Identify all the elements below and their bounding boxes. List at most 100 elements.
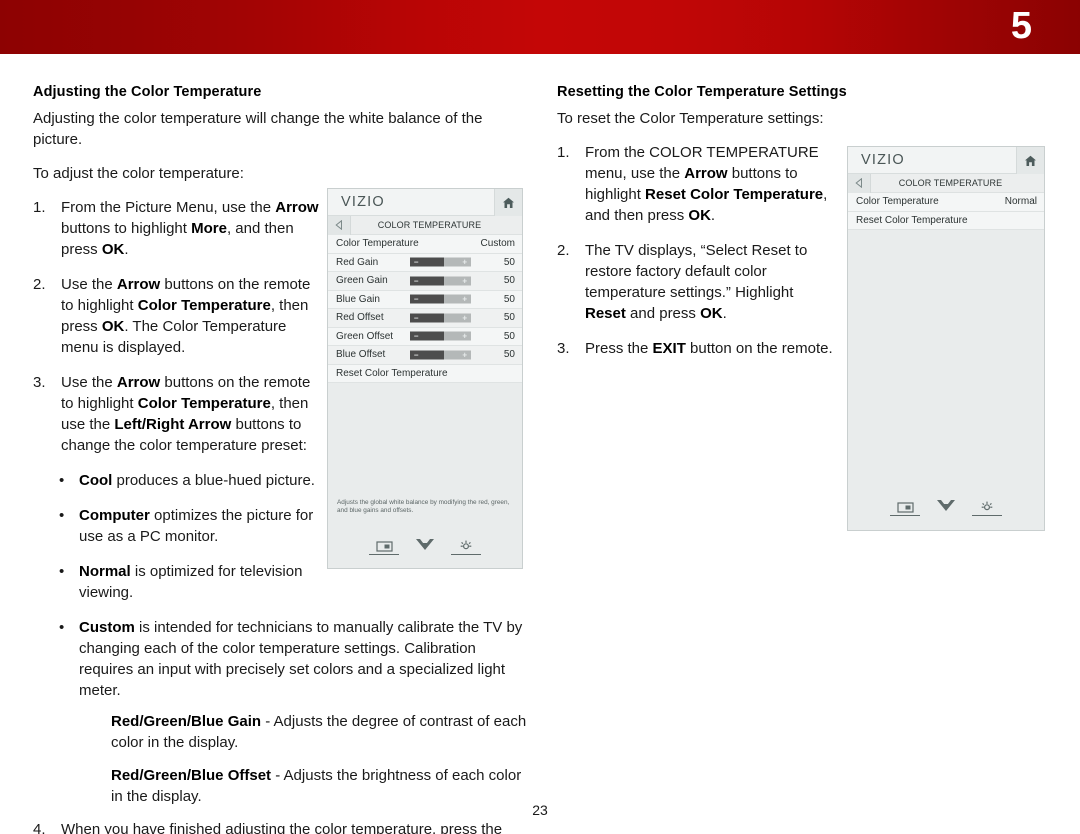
step-text: From the Picture Menu, use the Arrow but…	[61, 199, 319, 258]
row-label: Red Offset	[336, 312, 384, 324]
page-number: 23	[532, 802, 548, 818]
slider-plus-icon[interactable]: +	[462, 258, 467, 267]
bullet-glyph: •	[59, 507, 65, 524]
step-text: Press the EXIT button on the remote.	[585, 340, 833, 357]
step-text: Use the Arrow buttons on the remote to h…	[61, 276, 311, 356]
step-number: 2.	[33, 276, 46, 293]
step-number: 3.	[557, 340, 570, 357]
list-item: 2. The TV displays, “Select Reset to res…	[557, 240, 837, 324]
row-label: Blue Offset	[336, 349, 386, 361]
icon-underline	[451, 553, 481, 555]
home-icon[interactable]	[494, 189, 522, 216]
row-label: Blue Gain	[336, 293, 380, 305]
osd-row-color-temperature[interactable]: Color Temperature Custom	[328, 235, 522, 254]
slider-plus-icon[interactable]: +	[462, 276, 467, 285]
row-label: Green Offset	[336, 330, 394, 342]
osd-header-bar: VIZIO	[328, 189, 522, 216]
step-number: 1.	[33, 199, 46, 216]
right-lead-in: To reset the Color Temperature settings:	[557, 110, 824, 127]
osd-normal-screenshot: VIZIO COLOR TEMPERATURE Color Temperatur…	[847, 146, 1045, 531]
chevron-double-down-icon[interactable]	[410, 538, 440, 556]
icon-underline	[369, 553, 399, 555]
slider-blue-offset[interactable]: – +	[410, 350, 471, 360]
icon-underline	[972, 514, 1002, 516]
custom-text: Custom is intended for technicians to ma…	[79, 619, 523, 699]
preset-text: Computer optimizes the picture for use a…	[79, 507, 314, 545]
osd-row-red-gain[interactable]: Red Gain – + 50	[328, 253, 522, 272]
right-column: Resetting the Color Temperature Settings…	[557, 84, 847, 373]
gear-icon[interactable]	[451, 540, 481, 555]
preset-text: Cool produces a blue-hued picture.	[79, 472, 315, 489]
slider-blue-gain[interactable]: – +	[410, 294, 471, 304]
home-icon[interactable]	[1016, 147, 1044, 174]
breadcrumb-title: COLOR TEMPERATURE	[377, 220, 482, 230]
bullet-glyph: •	[59, 619, 65, 636]
list-item: 2. Use the Arrow buttons on the remote t…	[33, 274, 323, 358]
breadcrumb-title: COLOR TEMPERATURE	[898, 178, 1003, 188]
slider-minus-icon[interactable]: –	[414, 258, 418, 267]
osd-custom-screenshot: VIZIO COLOR TEMPERATURE Color Temperatur…	[327, 188, 523, 569]
slider-minus-icon[interactable]: –	[414, 313, 418, 322]
picture-icon[interactable]	[369, 540, 399, 555]
chevron-double-down-icon[interactable]	[931, 499, 961, 517]
osd-help-text: Adjusts the global white balance by modi…	[337, 498, 510, 515]
slider-green-gain[interactable]: – +	[410, 276, 471, 286]
vizio-logo: VIZIO	[341, 194, 385, 210]
list-item: • Custom is intended for technicians to …	[33, 617, 527, 701]
manual-page: 5 Adjusting the Color Temperature Adjust…	[0, 0, 1080, 834]
icon-underline	[410, 554, 440, 556]
osd-row-blue-gain[interactable]: Blue Gain – + 50	[328, 290, 522, 309]
step-text: From the COLOR TEMPERATURE menu, use the…	[585, 144, 828, 224]
step-number: 3.	[33, 374, 46, 391]
slider-plus-icon[interactable]: +	[462, 313, 467, 322]
back-arrow-icon[interactable]	[848, 173, 871, 193]
slider-minus-icon[interactable]: –	[414, 350, 418, 359]
step-number: 4.	[33, 821, 46, 834]
left-intro-paragraph: Adjusting the color temperature will cha…	[33, 110, 483, 148]
osd-footer-icons	[328, 538, 522, 556]
row-value: 50	[503, 275, 515, 287]
step-number: 1.	[557, 144, 570, 161]
right-steps-list: 1. From the COLOR TEMPERATURE menu, use …	[557, 142, 837, 359]
osd-row-green-offset[interactable]: Green Offset – + 50	[328, 327, 522, 346]
preset-bullet-list: • Cool produces a blue-hued picture. • C…	[33, 470, 323, 603]
row-label: Red Gain	[336, 256, 379, 268]
slider-minus-icon[interactable]: –	[414, 276, 418, 285]
picture-icon[interactable]	[890, 501, 920, 516]
row-value: Normal	[1004, 196, 1037, 208]
slider-plus-icon[interactable]: +	[462, 295, 467, 304]
row-value: 50	[503, 256, 515, 268]
list-item: 1. From the COLOR TEMPERATURE menu, use …	[557, 142, 837, 226]
slider-green-offset[interactable]: – +	[410, 331, 471, 341]
row-value: 50	[503, 330, 515, 342]
chapter-number: 5	[1010, 5, 1032, 47]
osd-breadcrumb: COLOR TEMPERATURE	[848, 173, 1044, 193]
osd-row-green-gain[interactable]: Green Gain – + 50	[328, 272, 522, 291]
slider-plus-icon[interactable]: +	[462, 332, 467, 341]
preset-text: Normal is optimized for television viewi…	[79, 563, 303, 601]
row-label: Reset Color Temperature	[856, 214, 968, 226]
list-item: 4. When you have finished adjusting the …	[33, 819, 527, 834]
row-value: 50	[503, 312, 515, 324]
gear-icon[interactable]	[972, 501, 1002, 516]
osd-row-color-temperature[interactable]: Color Temperature Normal	[848, 193, 1044, 212]
custom-subitem-offset: Red/Green/Blue Offset - Adjusts the brig…	[111, 767, 522, 805]
row-value: 50	[503, 293, 515, 305]
row-label: Color Temperature	[336, 238, 419, 250]
osd-row-blue-offset[interactable]: Blue Offset – + 50	[328, 346, 522, 365]
slider-minus-icon[interactable]: –	[414, 332, 418, 341]
slider-minus-icon[interactable]: –	[414, 295, 418, 304]
list-item: • Computer optimizes the picture for use…	[33, 505, 323, 547]
osd-row-reset-color-temperature[interactable]: Reset Color Temperature	[328, 364, 522, 383]
slider-plus-icon[interactable]: +	[462, 350, 467, 359]
left-steps-list: 1. From the Picture Menu, use the Arrow …	[33, 197, 323, 456]
osd-row-red-offset[interactable]: Red Offset – + 50	[328, 309, 522, 328]
slider-red-offset[interactable]: – +	[410, 313, 471, 323]
list-item: 3. Press the EXIT button on the remote.	[557, 338, 837, 359]
row-value: Custom	[480, 238, 515, 250]
slider-red-gain[interactable]: – +	[410, 257, 471, 267]
bullet-glyph: •	[59, 472, 65, 489]
back-arrow-icon[interactable]	[328, 215, 351, 235]
osd-row-reset-color-temperature[interactable]: Reset Color Temperature	[848, 211, 1044, 230]
row-value: 50	[503, 349, 515, 361]
